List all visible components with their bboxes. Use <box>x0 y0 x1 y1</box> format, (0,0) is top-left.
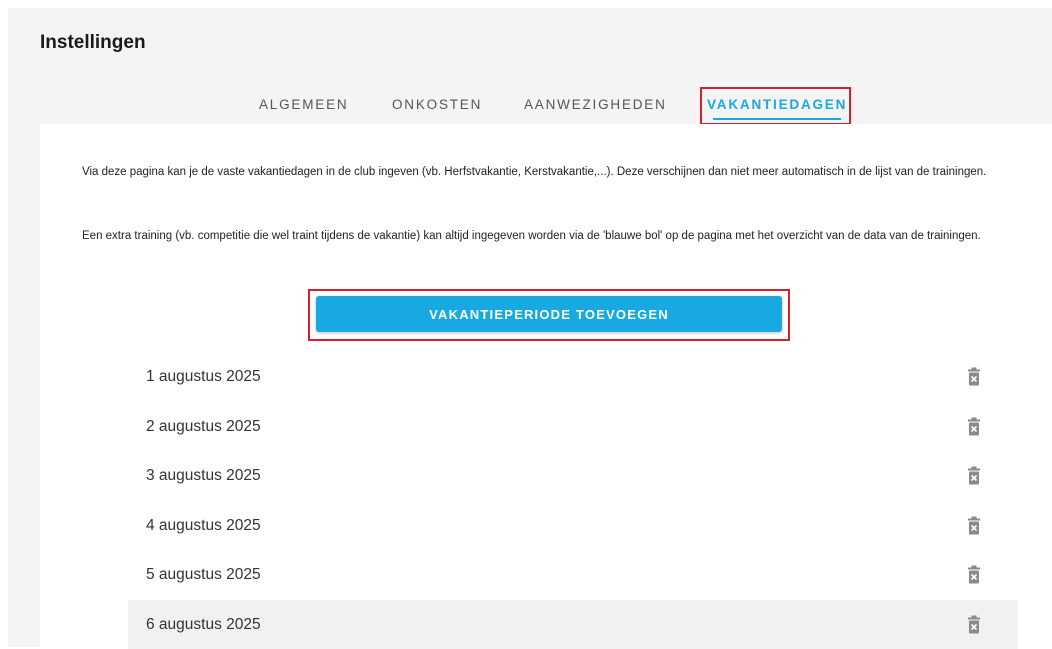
tab-vakantiedagen-label: VAKANTIEDAGEN <box>707 97 847 112</box>
trash-icon[interactable] <box>966 417 982 437</box>
active-tab-indicator <box>713 118 841 120</box>
tab-vakantiedagen[interactable]: VAKANTIEDAGEN <box>707 90 847 124</box>
list-item[interactable]: 5 augustus 2025 <box>128 550 1018 600</box>
list-item[interactable]: 2 augustus 2025 <box>128 402 1018 452</box>
vacation-day-label: 3 augustus 2025 <box>146 451 261 501</box>
trash-icon[interactable] <box>966 466 982 486</box>
list-item[interactable]: 6 augustus 2025 <box>128 600 1018 649</box>
add-vacation-period-button[interactable]: VAKANTIEPERIODE TOEVOEGEN <box>316 296 782 332</box>
list-item[interactable]: 1 augustus 2025 <box>128 352 1018 402</box>
vacation-day-label: 1 augustus 2025 <box>146 352 261 402</box>
list-item[interactable]: 3 augustus 2025 <box>128 451 1018 501</box>
trash-icon[interactable] <box>966 367 982 387</box>
tab-aanwezigheden[interactable]: AANWEZIGHEDEN <box>524 90 667 124</box>
vacation-days-list: 1 augustus 2025 2 augustus 2025 3 august… <box>128 352 1018 649</box>
tab-onkosten[interactable]: ONKOSTEN <box>392 90 482 124</box>
vacation-day-label: 6 augustus 2025 <box>146 600 261 649</box>
description-paragraph-2: Een extra training (vb. competitie die w… <box>82 227 1012 246</box>
page-title: Instellingen <box>40 32 146 54</box>
tab-algemeen[interactable]: ALGEMEEN <box>259 90 348 124</box>
tab-bar: ALGEMEEN ONKOSTEN AANWEZIGHEDEN VAKANTIE… <box>0 90 1052 124</box>
list-item[interactable]: 4 augustus 2025 <box>128 501 1018 551</box>
vacation-day-label: 4 augustus 2025 <box>146 501 261 551</box>
trash-icon[interactable] <box>966 565 982 585</box>
vacation-day-label: 5 augustus 2025 <box>146 550 261 600</box>
trash-icon[interactable] <box>966 615 982 635</box>
vacation-day-label: 2 augustus 2025 <box>146 402 261 452</box>
trash-icon[interactable] <box>966 516 982 536</box>
description-paragraph-1: Via deze pagina kan je de vaste vakantie… <box>82 163 1012 182</box>
